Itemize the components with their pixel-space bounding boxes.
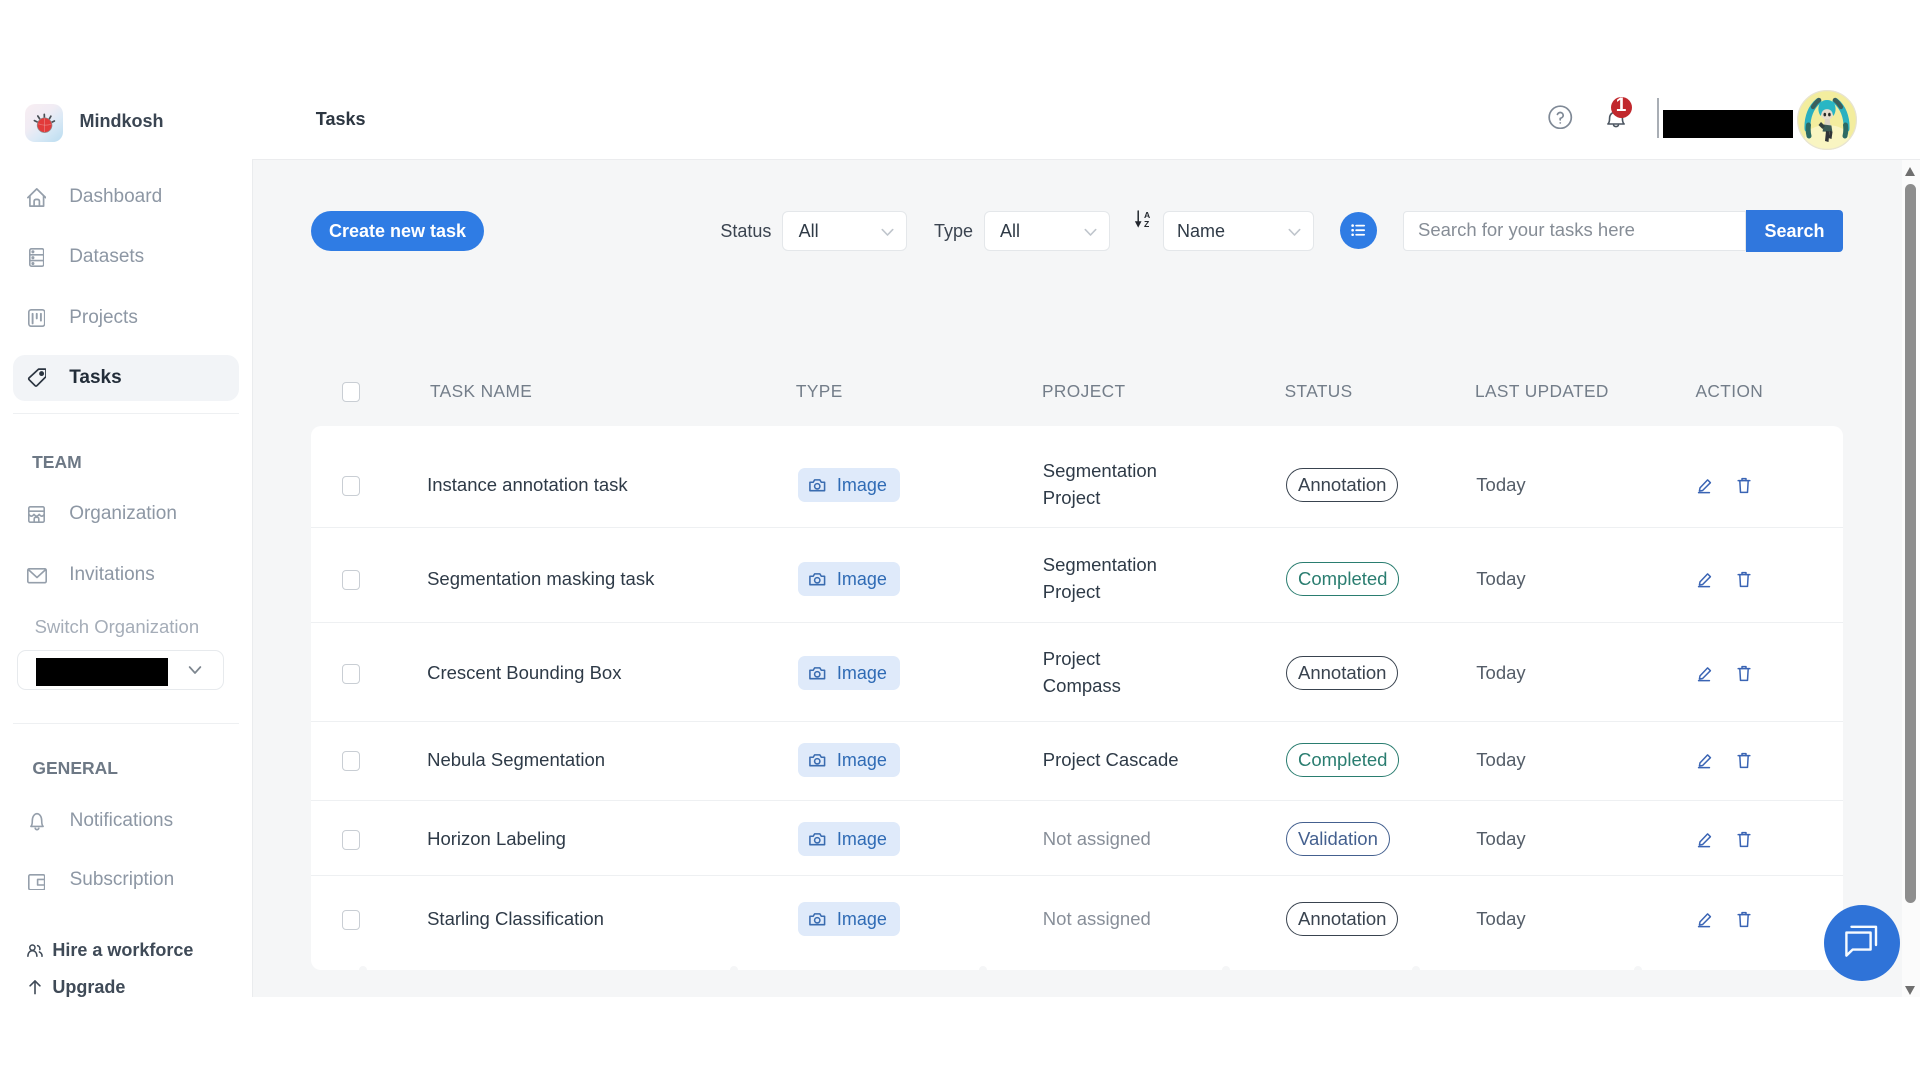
svg-text:Z: Z <box>1144 219 1149 228</box>
